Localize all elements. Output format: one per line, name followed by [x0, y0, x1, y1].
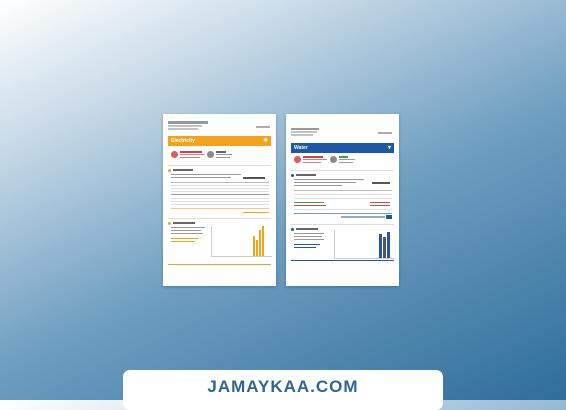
water-bill-page: Water ▾	[286, 114, 399, 286]
electricity-banner: Electricity ✷	[168, 136, 271, 146]
banner-title: Electricity	[171, 138, 195, 144]
section-bullet-icon	[168, 222, 171, 225]
water-banner: Water ▾	[291, 143, 394, 153]
usage-chart	[334, 230, 395, 259]
address-line	[168, 128, 198, 130]
section-bullet-icon	[168, 169, 171, 172]
electricity-bill-page: Electricity ✷	[163, 114, 276, 286]
page-number	[378, 132, 392, 134]
address-line	[168, 125, 202, 127]
site-name: JAMAYKAA.COM	[207, 377, 359, 396]
alert-icon	[171, 151, 178, 158]
section-bullet-icon	[291, 228, 294, 231]
meter-icon	[207, 151, 214, 158]
alert-icon	[294, 156, 301, 163]
site-banner: JAMAYKAA.COM	[123, 370, 443, 410]
usage-chart	[211, 226, 272, 257]
banner-title: Water	[294, 145, 308, 151]
page-number	[256, 126, 270, 128]
bulb-icon: ✷	[262, 138, 268, 144]
amount-due-box	[386, 215, 392, 219]
section-bullet-icon	[291, 174, 294, 177]
meter-icon	[330, 156, 337, 163]
water-drop-icon: ▾	[387, 145, 391, 151]
address-line	[168, 121, 208, 124]
